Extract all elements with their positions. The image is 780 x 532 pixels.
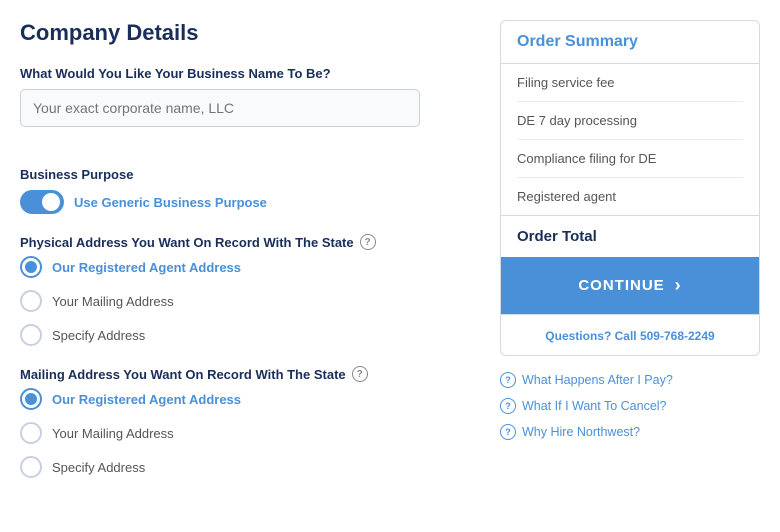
order-total-row: Order Total [501, 215, 759, 257]
mailing-radio-label-2: Specify Address [52, 460, 145, 475]
physical-radio-inner-0 [25, 261, 37, 273]
mailing-radio-inner-0 [25, 393, 37, 405]
mailing-address-section: Mailing Address You Want On Record With … [20, 366, 480, 478]
mailing-radio-item-1[interactable]: Your Mailing Address [20, 422, 480, 444]
faq-icon-1: ? [500, 398, 516, 414]
order-item-0: Filing service fee [517, 64, 743, 102]
physical-radio-label-2: Specify Address [52, 328, 145, 343]
business-name-section: What Would You Like Your Business Name T… [20, 66, 480, 147]
faq-link-1[interactable]: ? What If I Want To Cancel? [500, 398, 760, 414]
physical-radio-item-2[interactable]: Specify Address [20, 324, 480, 346]
order-summary-card: Order Summary Filing service fee DE 7 da… [500, 20, 760, 356]
chevron-right-icon: › [675, 275, 682, 296]
mailing-radio-label-1: Your Mailing Address [52, 426, 174, 441]
order-summary-title: Order Summary [517, 33, 743, 51]
questions-text: Questions? Call 509-768-2249 [545, 329, 714, 343]
business-purpose-label: Business Purpose [20, 167, 480, 182]
page-title: Company Details [20, 20, 480, 46]
business-name-label: What Would You Like Your Business Name T… [20, 66, 480, 81]
continue-button[interactable]: CONTINUE › [501, 257, 759, 314]
toggle-row: Use Generic Business Purpose [20, 190, 480, 214]
business-purpose-section: Business Purpose Use Generic Business Pu… [20, 167, 480, 214]
physical-radio-outer-2 [20, 324, 42, 346]
mailing-radio-outer-0 [20, 388, 42, 410]
mailing-radio-item-2[interactable]: Specify Address [20, 456, 480, 478]
faq-label-1: What If I Want To Cancel? [522, 399, 667, 413]
business-name-input[interactable] [20, 89, 420, 127]
mailing-address-label: Mailing Address You Want On Record With … [20, 366, 480, 382]
order-item-2: Compliance filing for DE [517, 140, 743, 178]
physical-address-label: Physical Address You Want On Record With… [20, 234, 480, 250]
faq-links: ? What Happens After I Pay? ? What If I … [500, 372, 760, 440]
physical-address-radio-group: Our Registered Agent Address Your Mailin… [20, 256, 480, 346]
toggle-label: Use Generic Business Purpose [74, 195, 267, 210]
faq-link-0[interactable]: ? What Happens After I Pay? [500, 372, 760, 388]
mailing-address-help-icon[interactable]: ? [352, 366, 368, 382]
order-summary-items: Filing service fee DE 7 day processing C… [501, 64, 759, 215]
continue-button-label: CONTINUE [578, 277, 664, 294]
left-column: Company Details What Would You Like Your… [20, 20, 480, 498]
physical-radio-item-1[interactable]: Your Mailing Address [20, 290, 480, 312]
mailing-radio-item-0[interactable]: Our Registered Agent Address [20, 388, 480, 410]
order-item-1: DE 7 day processing [517, 102, 743, 140]
faq-link-2[interactable]: ? Why Hire Northwest? [500, 424, 760, 440]
questions-row: Questions? Call 509-768-2249 [501, 314, 759, 355]
physical-radio-outer-0 [20, 256, 42, 278]
faq-label-2: Why Hire Northwest? [522, 425, 640, 439]
physical-radio-label-1: Your Mailing Address [52, 294, 174, 309]
mailing-radio-outer-2 [20, 456, 42, 478]
physical-radio-label-0: Our Registered Agent Address [52, 260, 241, 275]
order-summary-header: Order Summary [501, 21, 759, 64]
toggle-switch[interactable] [20, 190, 64, 214]
mailing-address-radio-group: Our Registered Agent Address Your Mailin… [20, 388, 480, 478]
faq-icon-2: ? [500, 424, 516, 440]
faq-label-0: What Happens After I Pay? [522, 373, 673, 387]
physical-radio-item-0[interactable]: Our Registered Agent Address [20, 256, 480, 278]
order-total-label: Order Total [517, 228, 597, 245]
physical-address-help-icon[interactable]: ? [360, 234, 376, 250]
order-item-3: Registered agent [517, 178, 743, 215]
right-column: Order Summary Filing service fee DE 7 da… [500, 20, 760, 498]
mailing-radio-outer-1 [20, 422, 42, 444]
faq-icon-0: ? [500, 372, 516, 388]
physical-address-section: Physical Address You Want On Record With… [20, 234, 480, 346]
mailing-radio-label-0: Our Registered Agent Address [52, 392, 241, 407]
physical-radio-outer-1 [20, 290, 42, 312]
